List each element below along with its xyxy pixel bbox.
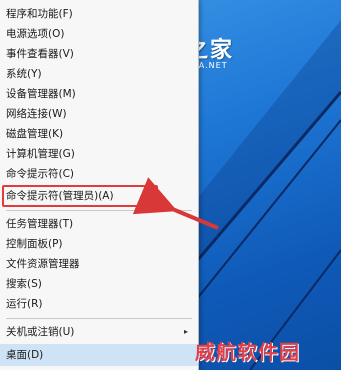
annotation-arrow-icon	[132, 177, 219, 230]
watermark-text: 威航软件园	[195, 340, 300, 364]
